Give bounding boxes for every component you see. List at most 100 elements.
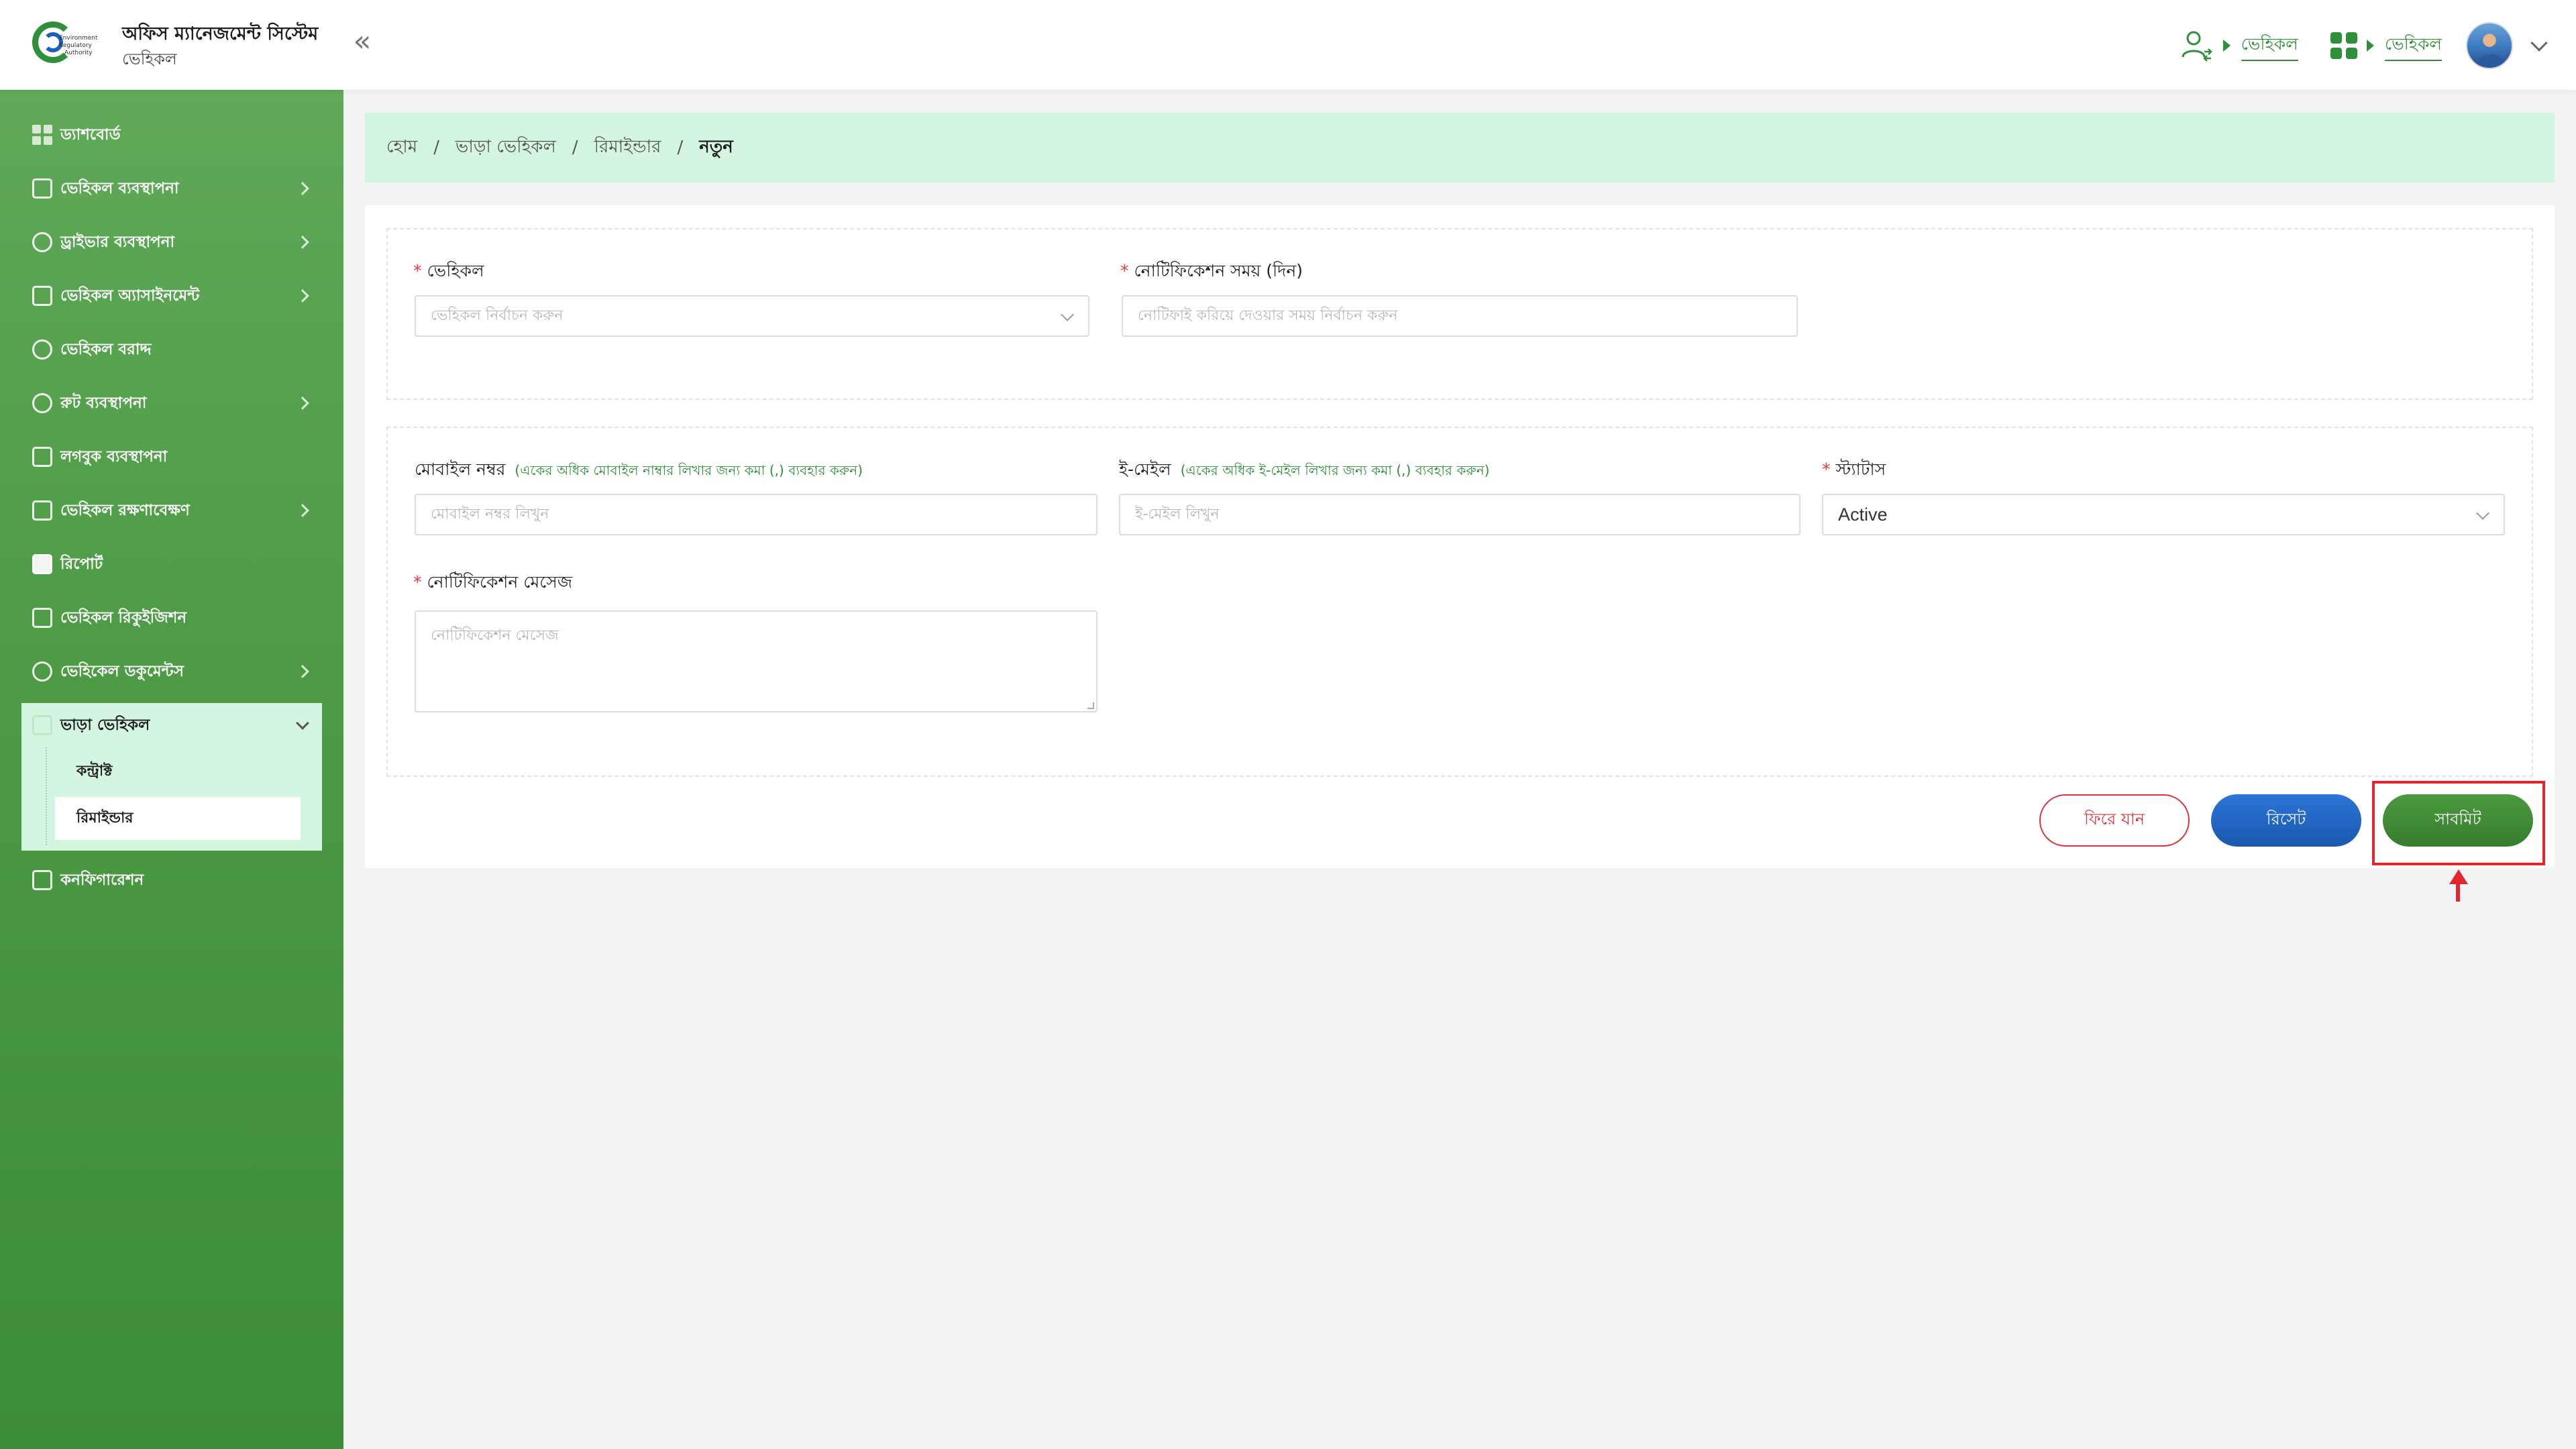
vehicle-icon — [32, 178, 52, 199]
chevron-right-icon — [296, 396, 309, 410]
sidebar-item-rent-vehicle[interactable]: ভাড়া ভেহিকল — [21, 703, 322, 747]
chevron-right-icon — [296, 235, 309, 249]
breadcrumb-home[interactable]: হোম — [386, 133, 417, 162]
sidebar-item-configuration[interactable]: কনফিগারেশন — [21, 853, 322, 907]
logo-text-line: Environment — [59, 35, 98, 42]
sidebar-subitem-contract[interactable]: কন্ট্রাক্ট — [55, 750, 322, 793]
vehicle-select-placeholder: ভেহিকল নির্বাচন করুন — [431, 307, 564, 324]
sidebar-item-vehicle-assignment[interactable]: ভেহিকল অ্যাসাইনমেন্ট — [21, 269, 322, 323]
sidebar-item-vehicle-requisition[interactable]: ভেহিকল রিকুইজিশন — [21, 591, 322, 645]
allocation-icon — [32, 339, 52, 360]
required-mark: * — [413, 261, 422, 280]
caret-right-icon — [2366, 40, 2374, 52]
rent-vehicle-icon — [32, 715, 52, 735]
chevron-right-icon — [296, 182, 309, 195]
email-input[interactable]: ই-মেইল লিখুন — [1119, 494, 1801, 535]
chevron-down-icon — [2476, 506, 2489, 520]
sidebar-item-label: রুট ব্যবস্থাপনা — [60, 394, 147, 412]
configuration-icon — [32, 870, 52, 890]
sidebar-item-label: ভেহিকল রিকুইজিশন — [60, 608, 187, 627]
sidebar-item-vehicle-allocation[interactable]: ভেহিকল বরাদ্দ — [21, 323, 322, 376]
chevron-right-icon — [296, 665, 309, 678]
sidebar-item-label: ভেহিকল বরাদ্দ — [60, 340, 152, 358]
chevron-down-icon[interactable] — [2530, 34, 2548, 52]
notify-time-label-text: নোটিফিকেশন সময় (দিন) — [1134, 261, 1303, 280]
required-mark: * — [1120, 261, 1129, 280]
sidebar-collapse-button[interactable]: « — [347, 27, 377, 58]
breadcrumb-separator: / — [677, 138, 684, 158]
documents-icon — [32, 661, 52, 682]
submit-highlight-box — [2372, 781, 2545, 865]
sidebar-item-driver-management[interactable]: ড্রাইভার ব্যবস্থাপনা — [21, 215, 322, 269]
sidebar-item-label: ভেহিকেল ডকুমেন্টস — [60, 662, 184, 680]
sidebar: ড্যাশবোর্ড ভেহিকল ব্যবস্থাপনা ড্রাইভার ব… — [0, 90, 343, 1449]
user-switch-icon[interactable] — [2180, 29, 2214, 62]
required-mark: * — [1822, 460, 1831, 479]
breadcrumb-separator: / — [433, 138, 439, 158]
reset-button[interactable]: রিসেট — [2211, 794, 2361, 847]
chevron-right-icon — [296, 289, 309, 303]
user-vehicle-link[interactable]: ভেহিকল — [2241, 31, 2298, 61]
breadcrumb: হোম / ভাড়া ভেহিকল / রিমাইন্ডার / নতুন — [365, 113, 2555, 182]
sidebar-item-vehicle-documents[interactable]: ভেহিকেল ডকুমেন্টস — [21, 645, 322, 698]
status-label-text: স্ট্যাটাস — [1835, 460, 1886, 479]
sidebar-item-label: ভেহিকল ব্যবস্থাপনা — [60, 179, 179, 197]
sidebar-item-report[interactable]: রিপোর্ট — [21, 537, 322, 591]
sidebar-item-label: রিপোর্ট — [60, 555, 103, 573]
vehicle-select[interactable]: ভেহিকল নির্বাচন করুন — [415, 295, 1089, 337]
sidebar-item-vehicle-management[interactable]: ভেহিকল ব্যবস্থাপনা — [21, 162, 322, 215]
status-label: * স্ট্যাটাস — [1822, 456, 1886, 485]
mobile-hint: (একের অধিক মোবাইল নাম্বার লিখার জন্য কমা… — [515, 462, 863, 478]
app-logo: Environment Regulatory Authority — [31, 20, 98, 68]
vehicle-label-text: ভেহিকল — [427, 261, 484, 280]
breadcrumb-rent-vehicle[interactable]: ভাড়া ভেহিকল — [455, 133, 556, 162]
logo-text-line: Regulatory — [59, 42, 92, 49]
mobile-placeholder: মোবাইল নম্বর লিখুন — [431, 505, 549, 523]
sidebar-item-label: ড্রাইভার ব্যবস্থাপনা — [60, 233, 175, 251]
sidebar-group-rent-vehicle: ভাড়া ভেহিকল কন্ট্রাক্ট রিমাইন্ডার — [21, 703, 322, 851]
logo-text-line: Authority — [64, 50, 93, 56]
notify-time-placeholder: নোটিফাই করিয়ে দেওয়ার সময় নির্বাচন করু… — [1138, 307, 1398, 324]
message-label: * নোটিফিকেশন মেসেজ — [413, 569, 572, 598]
caret-right-icon — [2222, 40, 2231, 52]
message-textarea[interactable]: নোটিফিকেশন মেসেজ — [415, 610, 1097, 712]
chevron-down-icon — [296, 716, 309, 730]
logbook-icon — [32, 447, 52, 467]
resize-handle-icon[interactable] — [1087, 702, 1094, 709]
header-right-group: ভেহিকল ভেহিকল — [2180, 20, 2549, 71]
sidebar-item-label: ভেহিকল রক্ষণাবেক্ষণ — [60, 501, 190, 519]
submenu-divider — [46, 747, 47, 845]
sidebar-item-vehicle-maintenance[interactable]: ভেহিকল রক্ষণাবেক্ষণ — [21, 484, 322, 537]
back-button[interactable]: ফিরে যান — [2039, 794, 2190, 847]
dashboard-icon — [32, 125, 52, 145]
sidebar-item-route-management[interactable]: রুট ব্যবস্থাপনা — [21, 376, 322, 430]
driver-icon — [32, 232, 52, 252]
module-vehicle-link[interactable]: ভেহিকল — [2384, 31, 2442, 61]
maintenance-icon — [32, 500, 52, 521]
email-label-text: ই-মেইল — [1119, 460, 1171, 479]
sidebar-item-dashboard[interactable]: ড্যাশবোর্ড — [21, 108, 322, 162]
sidebar-subitem-reminder[interactable]: রিমাইন্ডার — [55, 797, 301, 840]
breadcrumb-reminder[interactable]: রিমাইন্ডার — [594, 133, 661, 162]
sidebar-item-label: ভাড়া ভেহিকল — [60, 716, 150, 734]
mobile-label-text: মোবাইল নম্বর — [415, 460, 506, 479]
required-mark: * — [413, 572, 422, 592]
mobile-input[interactable]: মোবাইল নম্বর লিখুন — [415, 494, 1097, 535]
notify-time-input[interactable]: নোটিফাই করিয়ে দেওয়ার সময় নির্বাচন করু… — [1122, 295, 1798, 337]
message-label-text: নোটিফিকেশন মেসেজ — [427, 572, 573, 592]
breadcrumb-current: নতুন — [699, 137, 733, 157]
form-card: * ভেহিকল ভেহিকল নির্বাচন করুন * নোটিফিকেশন… — [365, 205, 2555, 868]
app-title: অফিস ম্যানেজমেন্ট সিস্টেম — [122, 23, 319, 44]
breadcrumb-separator: / — [572, 138, 578, 158]
avatar[interactable] — [2466, 22, 2513, 69]
message-placeholder: নোটিফিকেশন মেসেজ — [431, 627, 559, 644]
status-select[interactable]: Active — [1822, 494, 2505, 535]
chevron-right-icon — [296, 504, 309, 517]
assignment-icon — [32, 286, 52, 306]
sidebar-item-logbook-management[interactable]: লগবুক ব্যবস্থাপনা — [21, 430, 322, 484]
notify-time-label: * নোটিফিকেশন সময় (দিন) — [1120, 258, 1303, 286]
route-icon — [32, 393, 52, 413]
apps-grid-icon[interactable] — [2330, 32, 2357, 59]
vehicle-label: * ভেহিকল — [413, 258, 484, 286]
email-placeholder: ই-মেইল লিখুন — [1135, 505, 1220, 523]
